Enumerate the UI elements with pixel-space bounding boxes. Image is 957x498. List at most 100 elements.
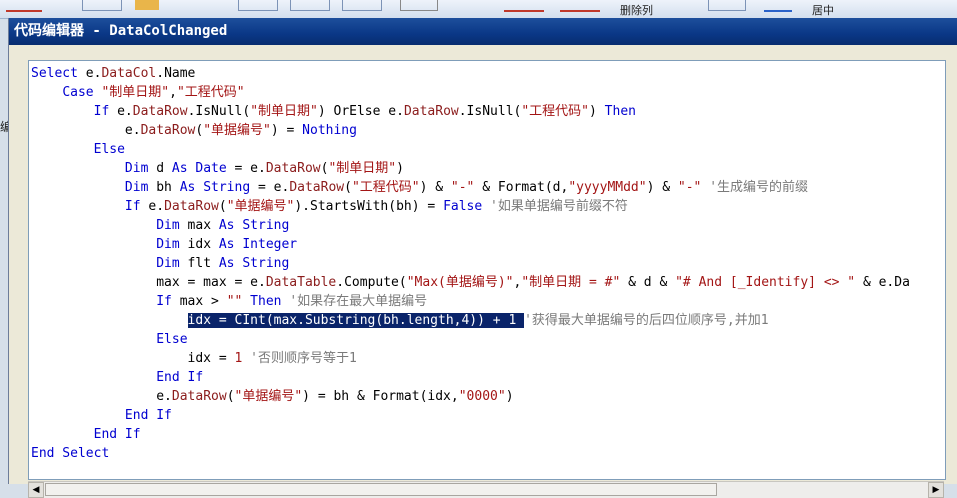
- toolbar-icon[interactable]: [560, 0, 600, 12]
- background-toolbar: 删除列 居中: [0, 0, 957, 19]
- code-token: & e.Da: [855, 275, 910, 290]
- code-token: ).StartsWith(bh) =: [294, 199, 444, 214]
- keyword-token: Dim: [156, 256, 180, 271]
- keyword-token: Case: [62, 85, 94, 100]
- member-token: DataRow: [289, 180, 345, 195]
- code-line[interactable]: End If: [31, 406, 910, 425]
- code-token: (: [218, 199, 227, 214]
- toolbar-icon[interactable]: [400, 0, 438, 11]
- code-token: (: [226, 389, 235, 404]
- code-token: idx =: [31, 351, 235, 366]
- comment-token: '否则顺序号等于1: [250, 351, 357, 366]
- code-token: = e.: [226, 161, 266, 176]
- code-line[interactable]: End If: [31, 368, 910, 387]
- code-token: max = max = e.: [31, 275, 266, 290]
- keyword-token: Else: [93, 142, 125, 157]
- member-token: DataRow: [164, 199, 219, 214]
- code-line[interactable]: Else: [31, 330, 910, 349]
- code-token: ): [589, 104, 605, 119]
- member-token: DataCol: [101, 66, 157, 81]
- code-line[interactable]: Else: [31, 140, 910, 159]
- code-line[interactable]: If e.DataRow.IsNull("制单日期") OrElse e.Dat…: [31, 102, 910, 121]
- code-token: (: [344, 180, 352, 195]
- comment-token: '如果存在最大单据编号: [289, 294, 428, 309]
- code-token: max >: [171, 294, 227, 309]
- code-line[interactable]: Dim idx As Integer: [31, 235, 910, 254]
- code-token: e.: [77, 66, 102, 81]
- code-line[interactable]: Select e.DataCol.Name: [31, 64, 910, 83]
- member-token: DataRow: [265, 161, 321, 176]
- code-line[interactable]: End Select: [31, 444, 910, 463]
- scroll-right-arrow-icon[interactable]: ▶: [928, 482, 944, 498]
- code-line[interactable]: End If: [31, 425, 910, 444]
- member-token: DataRow: [171, 389, 227, 404]
- code-line[interactable]: idx = CInt(max.Substring(bh.length,4)) +…: [31, 311, 910, 330]
- code-token: max: [179, 218, 219, 233]
- toolbar-icon[interactable]: [290, 0, 330, 11]
- keyword-token: Then: [250, 294, 282, 309]
- code-line[interactable]: Dim d As Date = e.DataRow("制单日期"): [31, 159, 910, 178]
- string-token: "yyyyMMdd": [568, 180, 647, 195]
- string-token: "制单日期": [250, 104, 318, 119]
- string-token: "工程代码": [176, 85, 245, 100]
- selected-text: idx = CInt(max.Substring(bh.length,4)) +…: [187, 313, 525, 328]
- code-line[interactable]: Dim max As String: [31, 216, 910, 235]
- string-token: "制单日期": [101, 85, 170, 100]
- code-token: .IsNull(: [458, 104, 522, 119]
- scroll-left-arrow-icon[interactable]: ◀: [28, 482, 44, 498]
- toolbar-icon[interactable]: [504, 0, 544, 12]
- font-icon[interactable]: [764, 0, 792, 12]
- string-token: "单据编号": [234, 389, 303, 404]
- keyword-token: If: [156, 294, 172, 309]
- center-align-button[interactable]: 居中: [812, 2, 834, 18]
- code-text[interactable]: Select e.DataCol.Name Case "制单日期","工程代码"…: [31, 64, 910, 463]
- toolbar-icon[interactable]: [238, 0, 278, 11]
- code-line[interactable]: e.DataRow("单据编号") = bh & Format(idx,"000…: [31, 387, 910, 406]
- code-token: flt: [179, 256, 219, 271]
- string-token: "Max(单据编号)": [406, 275, 514, 290]
- string-token: "制单日期 = #": [521, 275, 621, 290]
- keyword-token: String: [242, 218, 290, 233]
- member-token: DataTable: [265, 275, 337, 290]
- comment-token: '生成编号的前缀: [709, 180, 809, 195]
- member-token: DataRow: [140, 123, 196, 138]
- code-editor-dialog: 代码编辑器 - DataColChanged Select e.DataCol.…: [8, 18, 957, 498]
- comment-token: '获得最大单据编号的后四位顺序号,并加1: [524, 313, 769, 328]
- code-line[interactable]: idx = 1 '否则顺序号等于1: [31, 349, 910, 368]
- string-token: "制单日期": [328, 161, 397, 176]
- code-line[interactable]: If max > "" Then '如果存在最大单据编号: [31, 292, 910, 311]
- string-token: "单据编号": [203, 123, 271, 138]
- toolbar-icon[interactable]: [708, 0, 746, 11]
- keyword-token: End If: [156, 370, 204, 385]
- toolbar-icon[interactable]: [6, 0, 42, 12]
- toolbar-icon[interactable]: [135, 0, 159, 10]
- code-line[interactable]: max = max = e.DataTable.Compute("Max(单据编…: [31, 273, 910, 292]
- code-token: ): [396, 161, 404, 176]
- toolbar-icon[interactable]: [82, 0, 122, 11]
- code-token: .Compute(: [336, 275, 407, 290]
- code-editor[interactable]: Select e.DataCol.Name Case "制单日期","工程代码"…: [28, 60, 946, 480]
- toolbar-icon[interactable]: [342, 0, 382, 11]
- code-token: idx: [179, 237, 219, 252]
- code-line[interactable]: e.DataRow("单据编号") = Nothing: [31, 121, 910, 140]
- code-line[interactable]: If e.DataRow("单据编号").StartsWith(bh) = Fa…: [31, 197, 910, 216]
- keyword-token: Dim: [124, 180, 149, 195]
- code-line[interactable]: Case "制单日期","工程代码": [31, 83, 910, 102]
- code-line[interactable]: Dim flt As String: [31, 254, 910, 273]
- dialog-title[interactable]: 代码编辑器 - DataColChanged: [9, 18, 957, 45]
- string-token: "工程代码": [521, 104, 590, 119]
- scrollbar-thumb[interactable]: [45, 483, 717, 496]
- code-token: ): [505, 389, 514, 404]
- code-line[interactable]: Dim bh As String = e.DataRow("工程代码") & "…: [31, 178, 910, 197]
- delete-column-button[interactable]: 删除列: [620, 2, 653, 18]
